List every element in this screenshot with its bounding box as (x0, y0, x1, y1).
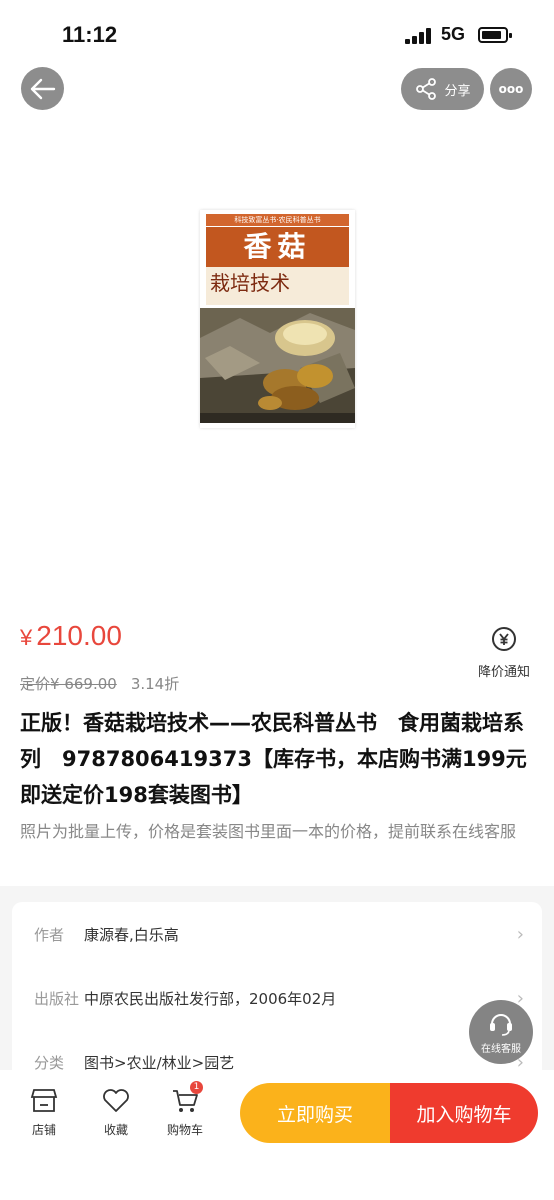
share-button[interactable]: 分享 (401, 68, 484, 110)
back-button[interactable] (21, 67, 64, 110)
info-value: 中原农民出版社发行部，2006年02月 (84, 989, 337, 1008)
info-value: 康源春,白乐高 (84, 925, 179, 944)
mushroom-photo (200, 308, 355, 423)
info-key: 出版社 (34, 989, 80, 1008)
share-icon (416, 78, 437, 100)
cover-series: 科技致富丛书·农民科普丛书 (206, 214, 349, 226)
list-price-value: ¥ 669.00 (50, 675, 117, 693)
price-amount: 210.00 (36, 620, 122, 651)
tab-cart-label: 购物车 (166, 1123, 203, 1137)
status-time: 11:12 (62, 22, 118, 47)
headset-icon (490, 1014, 512, 1036)
sale-price: ¥210.00 (20, 620, 122, 652)
list-price: 定价¥ 669.00 3.14折 (20, 673, 179, 694)
price-alert-button[interactable]: 降价通知 (470, 625, 538, 680)
share-label: 分享 (444, 83, 471, 99)
product-description: 照片为批量上传，价格是套装图书里面一本的价格，提前联系在线客服 (20, 822, 517, 841)
more-button[interactable]: ooo (490, 68, 532, 110)
battery-icon (478, 27, 512, 43)
add-to-cart-button[interactable]: 加入购物车 (390, 1083, 538, 1143)
cover-subtitle: 栽培技术 (206, 267, 349, 305)
tab-store-label: 店铺 (31, 1123, 56, 1137)
store-icon (30, 1089, 58, 1112)
back-arrow-icon (30, 78, 55, 99)
status-bar: 11:12 5G (0, 0, 554, 70)
buy-now-button[interactable]: 立即购买 (240, 1083, 390, 1143)
info-row-publisher[interactable]: 出版社 中原农民出版社发行部，2006年02月 › (34, 983, 524, 1013)
service-label: 在线客服 (481, 1044, 521, 1055)
tab-favorite-label: 收藏 (103, 1123, 128, 1137)
discount-label: 3.14折 (130, 675, 180, 693)
heart-icon (103, 1089, 129, 1112)
list-price-label: 定价 (20, 675, 51, 693)
signal-icon (405, 28, 435, 44)
cover-title: 香菇 (206, 227, 349, 267)
product-title: 正版！香菇栽培技术——农民科普丛书 食用菌栽培系列 9787806419373【… (20, 711, 527, 807)
more-icon: ooo (498, 82, 524, 96)
tab-favorite[interactable]: 收藏 (91, 1085, 141, 1138)
info-row-author[interactable]: 作者 康源春,白乐高 › (34, 919, 524, 949)
tab-store[interactable]: 店铺 (19, 1085, 69, 1138)
network-label: 5G (441, 24, 466, 44)
customer-service-button[interactable]: 在线客服 (469, 1000, 533, 1064)
price-alert-icon (492, 627, 516, 651)
currency-symbol: ¥ (20, 625, 33, 650)
cart-count-badge: 1 (190, 1081, 203, 1094)
product-image[interactable]: 科技致富丛书·农民科普丛书 香菇 栽培技术 (200, 210, 355, 428)
chevron-right-icon: › (516, 923, 524, 945)
price-alert-label: 降价通知 (477, 665, 530, 680)
info-key: 作者 (34, 925, 65, 944)
info-card: 作者 康源春,白乐高 › 出版社 中原农民出版社发行部，2006年02月 › 分… (12, 902, 542, 1092)
tab-cart[interactable]: 1 购物车 (160, 1081, 210, 1138)
